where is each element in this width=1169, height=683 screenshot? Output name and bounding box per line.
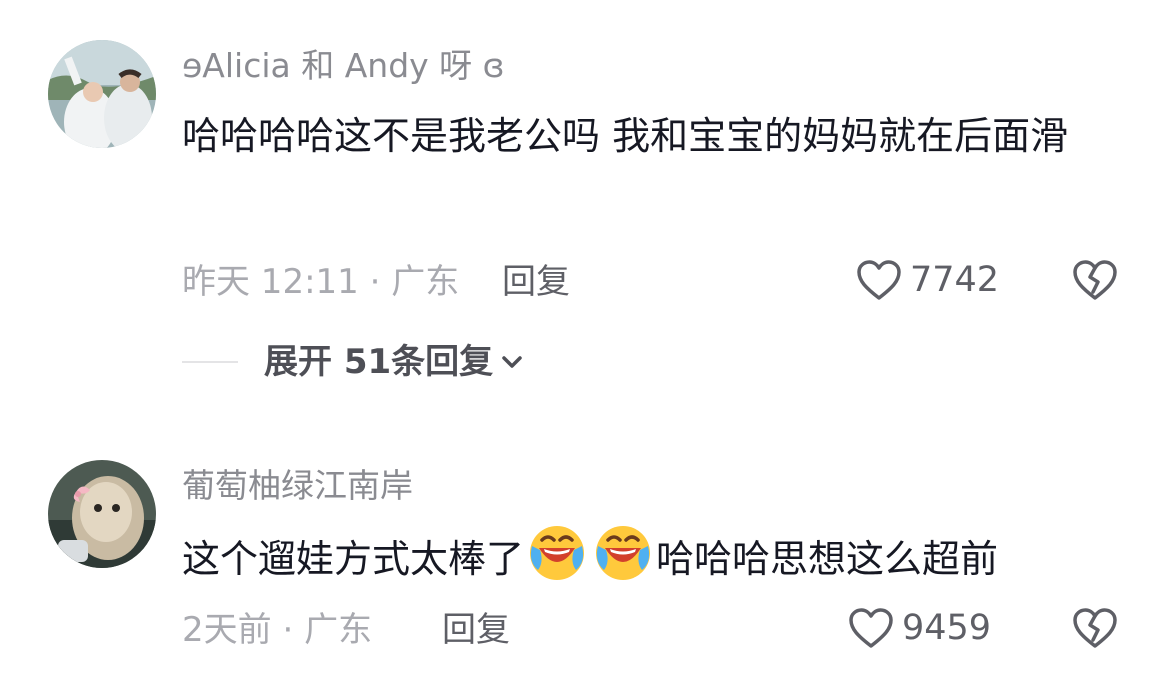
- comment-text-part: 这个遛娃方式太棒了: [182, 537, 525, 581]
- meta-separator: ·: [369, 262, 381, 302]
- laughing-crying-emoji-icon: [596, 526, 651, 580]
- comment-time: 2天前: [182, 610, 272, 650]
- expand-replies-button[interactable]: 展开 51条回复: [264, 342, 523, 382]
- broken-heart-icon: [1073, 260, 1117, 300]
- comment-text: 哈哈哈哈这不是我老公吗 我和宝宝的妈妈就在后面滑: [182, 114, 1069, 158]
- comment-time: 昨天 12:11: [182, 262, 359, 302]
- divider: [182, 361, 238, 363]
- comment-text-part: 哈哈哈思想这么超前: [656, 537, 999, 581]
- like-button[interactable]: 7742: [856, 259, 999, 301]
- reply-button[interactable]: 回复: [502, 262, 570, 302]
- like-button[interactable]: 9459: [848, 607, 991, 649]
- expand-replies-label: 展开 51条回复: [264, 342, 494, 382]
- broken-heart-icon: [1073, 608, 1117, 648]
- comment-item: ɘAlicia 和 Andy 呀 ɞ 哈哈哈哈这不是我老公吗 我和宝宝的妈妈就在…: [0, 0, 1169, 400]
- expand-replies-row: 展开 51条回复: [182, 342, 523, 382]
- laughing-crying-emoji-icon: [530, 526, 585, 580]
- username[interactable]: ɘAlicia 和 Andy 呀 ɞ: [182, 46, 505, 86]
- username[interactable]: 葡萄柚绿江南岸: [182, 466, 413, 506]
- comment-location: 广东: [391, 262, 460, 302]
- comment-item: 葡萄柚绿江南岸 这个遛娃方式太棒了 哈哈哈思想这么超前 2天前 · 广东 回复: [0, 440, 1169, 683]
- meta-separator: ·: [282, 610, 294, 650]
- dislike-button[interactable]: [1072, 607, 1118, 653]
- chevron-down-icon: [502, 356, 522, 368]
- like-count: 7742: [910, 260, 1000, 300]
- avatar[interactable]: [48, 460, 156, 568]
- comment-meta: 2天前 · 广东: [182, 610, 372, 650]
- avatar[interactable]: [48, 40, 156, 148]
- heart-outline-icon: [857, 260, 901, 300]
- dislike-button[interactable]: [1072, 259, 1118, 305]
- reply-button[interactable]: 回复: [442, 610, 510, 650]
- comment-location: 广东: [304, 610, 373, 650]
- like-count: 9459: [902, 608, 992, 648]
- comment-meta: 昨天 12:11 · 广东: [182, 262, 459, 302]
- heart-outline-icon: [849, 608, 893, 648]
- comment-text: 这个遛娃方式太棒了 哈哈哈思想这么超前: [182, 524, 1132, 591]
